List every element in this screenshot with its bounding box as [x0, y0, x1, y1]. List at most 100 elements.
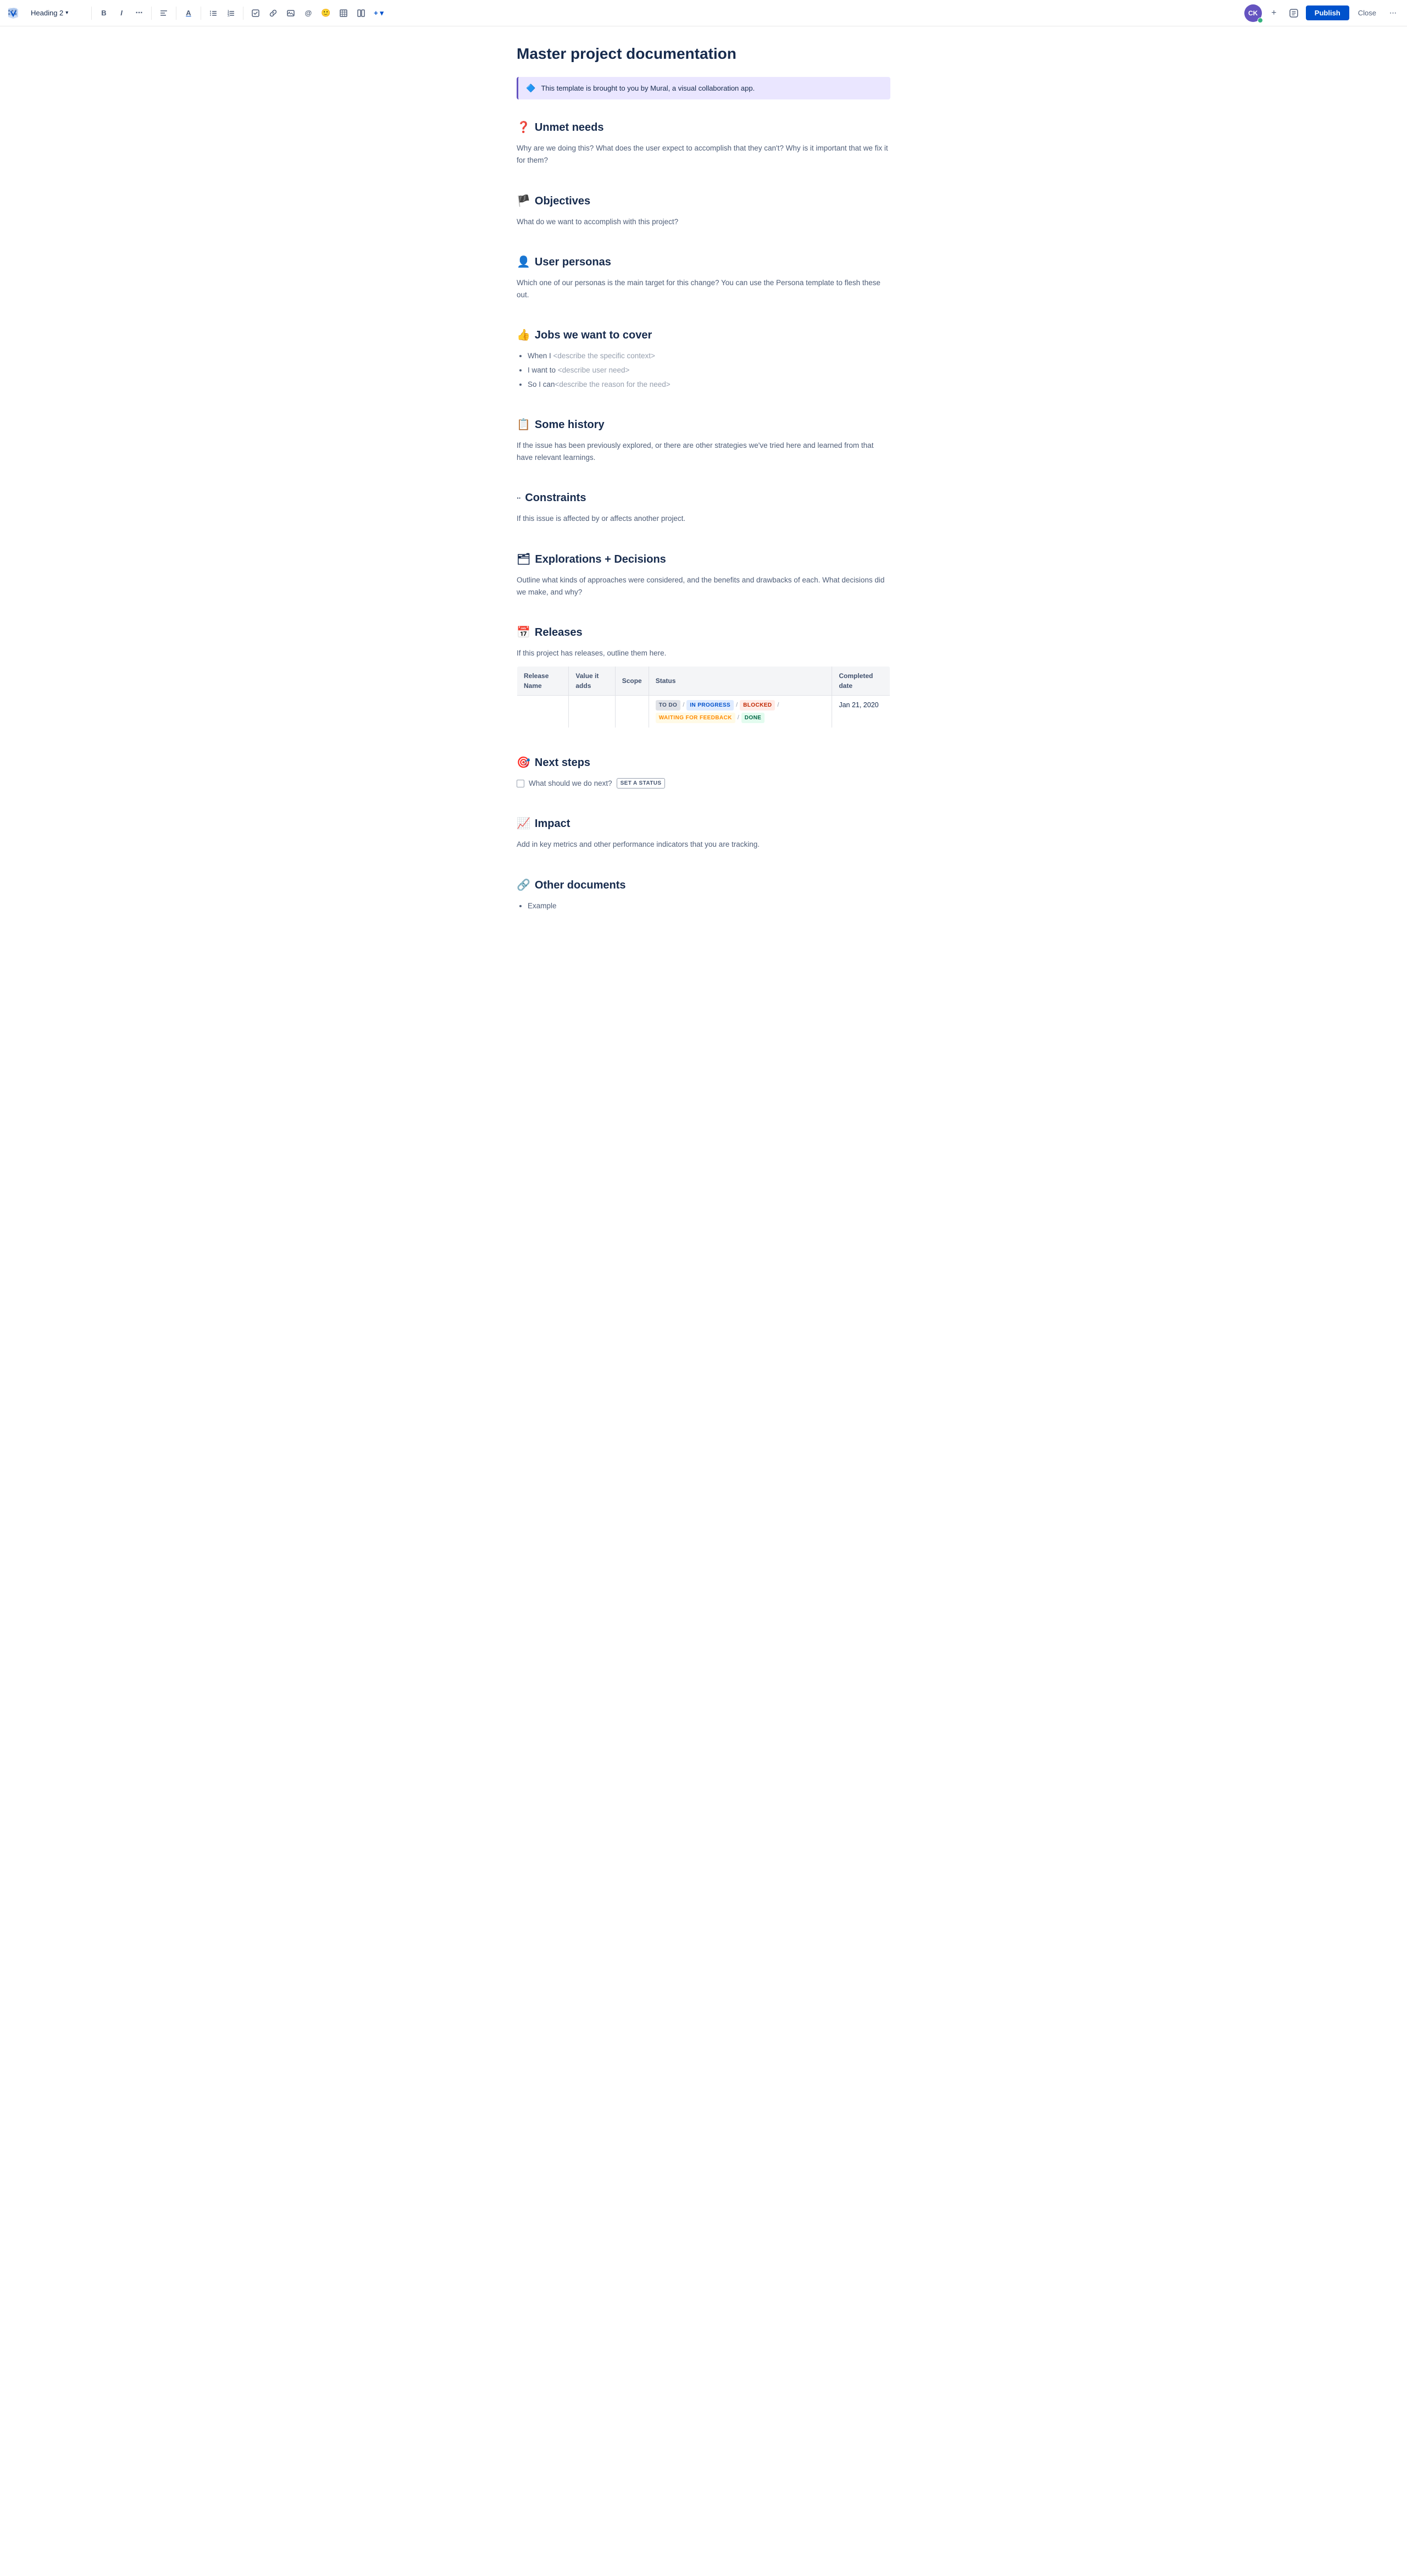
avatar-badge	[1258, 18, 1263, 23]
section-body-releases: If this project has releases, outline th…	[517, 647, 890, 659]
heading-text-jobs: Jobs we want to cover	[535, 327, 652, 343]
image-button[interactable]	[283, 5, 298, 21]
info-banner-text: This template is brought to you by Mural…	[541, 83, 755, 94]
releases-table: Release Name Value it adds Scope Status …	[517, 666, 890, 728]
mention-button[interactable]: @	[301, 5, 316, 21]
section-body-impact[interactable]: Add in key metrics and other performance…	[517, 839, 890, 851]
section-heading-impact: 📈 Impact	[517, 815, 890, 832]
close-button[interactable]: Close	[1354, 5, 1381, 20]
bullet-prefix: I want to	[528, 366, 558, 374]
section-other-documents: 🔗 Other documents Example	[517, 877, 890, 912]
version-history-button[interactable]	[1286, 5, 1301, 21]
text-color-button[interactable]: A	[181, 5, 196, 21]
page-content: Master project documentation 🔷 This temp…	[495, 26, 912, 982]
section-heading-other-documents: 🔗 Other documents	[517, 877, 890, 893]
heading-text-impact: Impact	[535, 815, 570, 832]
list-item[interactable]: Example	[528, 900, 890, 912]
section-body-user-personas[interactable]: Which one of our personas is the main ta…	[517, 277, 890, 301]
more-text-button[interactable]: ···	[131, 5, 147, 21]
other-doc-example: Example	[528, 902, 557, 910]
bullet-list-button[interactable]	[206, 5, 221, 21]
status-badges: TO DO / IN PROGRESS / BLOCKED / WAITING …	[656, 700, 826, 723]
section-heading-some-history: 📋 Some history	[517, 417, 890, 433]
add-collaborator-button[interactable]: +	[1266, 5, 1282, 21]
badge-inprogress[interactable]: IN PROGRESS	[686, 700, 734, 710]
bullet-placeholder: <describe the specific context>	[553, 352, 655, 360]
cell-value-adds[interactable]	[569, 695, 615, 728]
cell-scope[interactable]	[615, 695, 649, 728]
section-heading-objectives: 🏴 Objectives	[517, 193, 890, 209]
publish-button[interactable]: Publish	[1306, 5, 1349, 20]
avatar-initials: CK	[1248, 8, 1258, 18]
next-step-checkbox[interactable]	[517, 780, 524, 787]
emoji-explorations: 🗂	[517, 551, 530, 568]
info-banner: 🔷 This template is brought to you by Mur…	[517, 77, 890, 99]
column-button[interactable]	[353, 5, 369, 21]
badge-separator: /	[738, 713, 739, 723]
link-button[interactable]	[265, 5, 281, 21]
next-step-text[interactable]: What should we do next?	[529, 778, 612, 790]
col-header-release-name: Release Name	[517, 666, 569, 695]
toolbar-divider-2	[151, 7, 152, 20]
bullet-placeholder: <describe the reason for the need>	[555, 380, 671, 388]
table-button[interactable]	[336, 5, 351, 21]
align-button[interactable]	[156, 5, 171, 21]
heading-text-next-steps: Next steps	[535, 754, 590, 771]
bullet-placeholder: <describe user need>	[558, 366, 630, 374]
page-title[interactable]: Master project documentation	[517, 44, 890, 64]
other-documents-list: Example	[517, 900, 890, 912]
heading-text-objectives: Objectives	[535, 193, 590, 209]
heading-text-constraints: Constraints	[525, 490, 586, 506]
section-impact: 📈 Impact Add in key metrics and other pe…	[517, 815, 890, 851]
heading-select[interactable]: Heading 2 ▾	[26, 7, 87, 19]
emoji-button[interactable]: 🙂	[318, 5, 334, 21]
col-header-completed-date: Completed date	[832, 666, 890, 695]
avatar[interactable]: CK	[1244, 4, 1262, 22]
emoji-objectives: 🏴	[517, 193, 530, 209]
next-step-row: What should we do next? SET A STATUS	[517, 778, 890, 790]
section-releases: 📅 Releases If this project has releases,…	[517, 624, 890, 728]
chevron-down-icon: ▾	[65, 10, 68, 16]
svg-text:3.: 3.	[228, 14, 230, 17]
badge-todo[interactable]: TO DO	[656, 700, 680, 710]
section-explorations: 🗂 Explorations + Decisions Outline what …	[517, 551, 890, 598]
numbered-list-button[interactable]: 1.2.3.	[223, 5, 239, 21]
jobs-list: When I <describe the specific context> I…	[517, 350, 890, 390]
section-heading-releases: 📅 Releases	[517, 624, 890, 641]
cell-release-name[interactable]	[517, 695, 569, 728]
badge-separator: /	[683, 701, 684, 710]
section-heading-user-personas: 👤 User personas	[517, 254, 890, 270]
list-item[interactable]: When I <describe the specific context>	[528, 350, 890, 362]
more-options-button[interactable]: ···	[1385, 5, 1400, 21]
section-body-explorations[interactable]: Outline what kinds of approaches were co…	[517, 574, 890, 598]
badge-separator: /	[777, 701, 779, 710]
col-header-scope: Scope	[615, 666, 649, 695]
heading-text-some-history: Some history	[535, 417, 605, 433]
badge-waiting[interactable]: WAITING FOR FEEDBACK	[656, 713, 735, 723]
bullet-prefix: So I can	[528, 380, 555, 388]
section-body-objectives[interactable]: What do we want to accomplish with this …	[517, 216, 890, 228]
list-item[interactable]: I want to <describe user need>	[528, 364, 890, 376]
emoji-next-steps: 🎯	[517, 754, 530, 771]
list-item[interactable]: So I can<describe the reason for the nee…	[528, 379, 890, 391]
table-row[interactable]: TO DO / IN PROGRESS / BLOCKED / WAITING …	[517, 695, 890, 728]
constraints-icon: ··	[517, 492, 520, 504]
badge-done[interactable]: DONE	[741, 713, 765, 723]
italic-button[interactable]: I	[114, 5, 129, 21]
section-jobs: 👍 Jobs we want to cover When I <describe…	[517, 327, 890, 390]
cell-status[interactable]: TO DO / IN PROGRESS / BLOCKED / WAITING …	[649, 695, 832, 728]
section-body-unmet-needs[interactable]: Why are we doing this? What does the use…	[517, 142, 890, 166]
logo-icon[interactable]	[7, 7, 20, 20]
emoji-some-history: 📋	[517, 417, 530, 433]
bold-button[interactable]: B	[96, 5, 112, 21]
cell-completed-date[interactable]: Jan 21, 2020	[832, 695, 890, 728]
heading-text-explorations: Explorations + Decisions	[535, 551, 666, 568]
section-objectives: 🏴 Objectives What do we want to accompli…	[517, 193, 890, 228]
section-body-some-history[interactable]: If the issue has been previously explore…	[517, 440, 890, 463]
insert-more-button[interactable]: + ▾	[371, 5, 386, 21]
section-body-constraints[interactable]: If this issue is affected by or affects …	[517, 513, 890, 525]
section-unmet-needs: ❓ Unmet needs Why are we doing this? Wha…	[517, 119, 890, 166]
task-button[interactable]	[248, 5, 263, 21]
badge-blocked[interactable]: BLOCKED	[740, 700, 775, 710]
set-status-badge[interactable]: SET A STATUS	[617, 778, 666, 789]
